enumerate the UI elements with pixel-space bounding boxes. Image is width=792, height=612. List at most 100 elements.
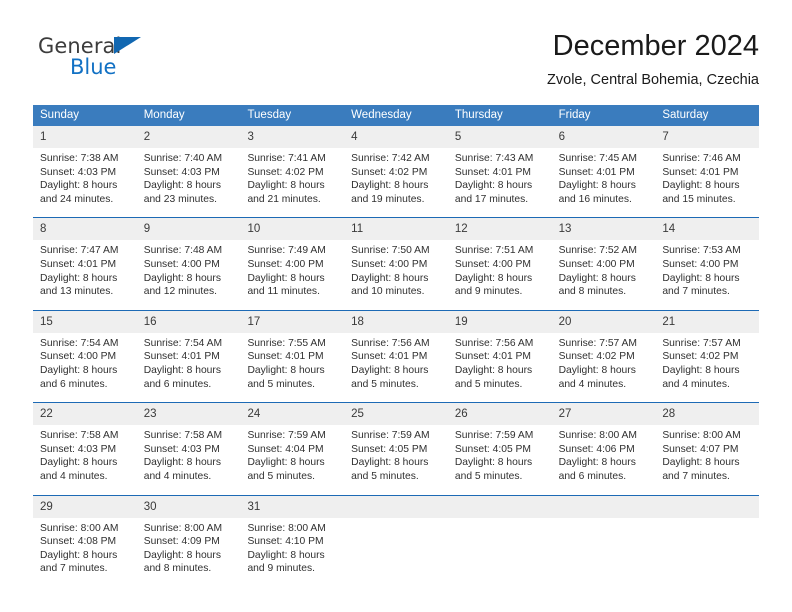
day-info: Sunrise: 7:40 AM Sunset: 4:03 PM Dayligh… <box>137 148 241 206</box>
day-number: 5 <box>447 126 552 148</box>
day-cell[interactable]: 4 Sunrise: 7:42 AM Sunset: 4:02 PM Dayli… <box>344 126 448 206</box>
day-number: 18 <box>344 310 448 333</box>
daylight-text-line2: and 5 minutes. <box>454 378 523 390</box>
sunrise-text: Sunrise: 7:47 AM <box>40 245 119 257</box>
day-cell[interactable]: 7 Sunrise: 7:46 AM Sunset: 4:01 PM Dayli… <box>655 126 760 206</box>
sunset-text: Sunset: 4:05 PM <box>351 443 428 455</box>
day-cell[interactable]: 12 Sunrise: 7:51 AM Sunset: 4:00 PM Dayl… <box>447 218 552 298</box>
day-number: 10 <box>240 218 345 241</box>
sunrise-text: Sunrise: 8:00 AM <box>143 522 223 534</box>
day-cell[interactable]: 11 Sunrise: 7:50 AM Sunset: 4:00 PM Dayl… <box>344 218 448 298</box>
daylight-text-line2: and 9 minutes. <box>247 563 315 575</box>
day-number: 13 <box>551 218 656 241</box>
sunset-text: Sunset: 4:01 PM <box>662 166 739 178</box>
sunrise-text: Sunrise: 8:00 AM <box>558 430 638 442</box>
day-cell[interactable]: 17 Sunrise: 7:55 AM Sunset: 4:01 PM Dayl… <box>240 310 345 391</box>
day-info: Sunrise: 7:59 AM Sunset: 4:05 PM Dayligh… <box>448 425 552 483</box>
daylight-text-line2: and 21 minutes. <box>247 193 321 205</box>
day-cell[interactable]: 5 Sunrise: 7:43 AM Sunset: 4:01 PM Dayli… <box>447 126 552 206</box>
day-cell[interactable]: 22 Sunrise: 7:58 AM Sunset: 4:03 PM Dayl… <box>33 403 137 483</box>
day-number: 4 <box>344 126 448 148</box>
week-row: 1 Sunrise: 7:38 AM Sunset: 4:03 PM Dayli… <box>33 126 760 206</box>
day-info: Sunrise: 7:57 AM Sunset: 4:02 PM Dayligh… <box>655 333 759 391</box>
sunset-text: Sunset: 4:00 PM <box>558 258 635 270</box>
day-info: Sunrise: 7:54 AM Sunset: 4:00 PM Dayligh… <box>33 333 137 391</box>
day-cell[interactable]: 26 Sunrise: 7:59 AM Sunset: 4:05 PM Dayl… <box>447 403 552 483</box>
day-number <box>447 495 552 518</box>
day-cell[interactable]: 9 Sunrise: 7:48 AM Sunset: 4:00 PM Dayli… <box>136 218 241 298</box>
sunset-text: Sunset: 4:03 PM <box>40 443 117 455</box>
day-cell[interactable]: 3 Sunrise: 7:41 AM Sunset: 4:02 PM Dayli… <box>240 126 345 206</box>
day-cell[interactable]: 20 Sunrise: 7:57 AM Sunset: 4:02 PM Dayl… <box>551 310 656 391</box>
day-info: Sunrise: 7:42 AM Sunset: 4:02 PM Dayligh… <box>344 148 448 206</box>
sunrise-text: Sunrise: 7:41 AM <box>247 153 326 164</box>
title-block: December 2024 Zvole, Central Bohemia, Cz… <box>547 28 759 90</box>
day-cell[interactable]: 8 Sunrise: 7:47 AM Sunset: 4:01 PM Dayli… <box>33 218 137 298</box>
day-number: 8 <box>33 218 137 241</box>
sunrise-text: Sunrise: 7:58 AM <box>143 430 223 442</box>
daylight-text-line2: and 9 minutes. <box>454 286 523 298</box>
day-info: Sunrise: 8:00 AM Sunset: 4:08 PM Dayligh… <box>33 518 137 576</box>
generalblue-logo[interactable]: General Blue <box>38 34 218 90</box>
daylight-text-line1: Daylight: 8 hours <box>351 272 429 284</box>
day-info: Sunrise: 8:00 AM Sunset: 4:06 PM Dayligh… <box>552 425 656 483</box>
day-cell[interactable]: 2 Sunrise: 7:40 AM Sunset: 4:03 PM Dayli… <box>136 126 241 206</box>
page-title: December 2024 <box>552 30 759 62</box>
sunset-text: Sunset: 4:06 PM <box>558 443 635 455</box>
daylight-text-line1: Daylight: 8 hours <box>40 180 118 192</box>
day-cell[interactable]: 25 Sunrise: 7:59 AM Sunset: 4:05 PM Dayl… <box>344 403 448 483</box>
daylight-text-line2: and 4 minutes. <box>558 378 627 390</box>
day-cell[interactable]: 24 Sunrise: 7:59 AM Sunset: 4:04 PM Dayl… <box>240 403 345 483</box>
day-info: Sunrise: 7:45 AM Sunset: 4:01 PM Dayligh… <box>552 148 656 206</box>
daylight-text-line1: Daylight: 8 hours <box>247 180 325 192</box>
sunrise-text: Sunrise: 7:40 AM <box>143 153 223 164</box>
sunset-text: Sunset: 4:00 PM <box>351 258 428 270</box>
day-cell[interactable]: 27 Sunrise: 8:00 AM Sunset: 4:06 PM Dayl… <box>551 403 656 483</box>
day-number: 22 <box>33 403 137 426</box>
day-cell[interactable]: 31 Sunrise: 8:00 AM Sunset: 4:10 PM Dayl… <box>240 495 345 576</box>
sunset-text: Sunset: 4:10 PM <box>247 536 324 548</box>
page-subtitle: Zvole, Central Bohemia, Czechia <box>547 72 759 88</box>
daylight-text-line1: Daylight: 8 hours <box>143 180 221 192</box>
day-cell[interactable]: 21 Sunrise: 7:57 AM Sunset: 4:02 PM Dayl… <box>655 310 760 391</box>
sunset-text: Sunset: 4:01 PM <box>351 351 428 363</box>
day-cell[interactable]: 10 Sunrise: 7:49 AM Sunset: 4:00 PM Dayl… <box>240 218 345 298</box>
day-info: Sunrise: 7:48 AM Sunset: 4:00 PM Dayligh… <box>137 240 241 298</box>
day-info: Sunrise: 7:41 AM Sunset: 4:02 PM Dayligh… <box>240 148 344 206</box>
day-cell[interactable]: 23 Sunrise: 7:58 AM Sunset: 4:03 PM Dayl… <box>136 403 241 483</box>
sunrise-text: Sunrise: 8:00 AM <box>247 522 326 534</box>
daylight-text-line2: and 11 minutes. <box>247 286 320 298</box>
day-info: Sunrise: 7:50 AM Sunset: 4:00 PM Dayligh… <box>344 240 448 298</box>
day-cell[interactable]: 16 Sunrise: 7:54 AM Sunset: 4:01 PM Dayl… <box>136 310 241 391</box>
day-cell[interactable]: 30 Sunrise: 8:00 AM Sunset: 4:09 PM Dayl… <box>136 495 241 576</box>
day-cell[interactable]: 28 Sunrise: 8:00 AM Sunset: 4:07 PM Dayl… <box>655 403 760 483</box>
day-cell[interactable]: 14 Sunrise: 7:53 AM Sunset: 4:00 PM Dayl… <box>655 218 760 298</box>
weekday-header-wednesday: Wednesday <box>351 109 412 121</box>
day-info: Sunrise: 7:49 AM Sunset: 4:00 PM Dayligh… <box>240 240 344 298</box>
sunrise-text: Sunrise: 8:00 AM <box>40 522 119 534</box>
day-number: 31 <box>240 495 345 518</box>
daylight-text-line1: Daylight: 8 hours <box>558 364 636 376</box>
day-info: Sunrise: 7:38 AM Sunset: 4:03 PM Dayligh… <box>33 148 137 206</box>
day-cell[interactable]: 29 Sunrise: 8:00 AM Sunset: 4:08 PM Dayl… <box>33 495 137 576</box>
day-cell[interactable]: 13 Sunrise: 7:52 AM Sunset: 4:00 PM Dayl… <box>551 218 656 298</box>
weekday-header-friday: Friday <box>558 109 591 121</box>
day-info: Sunrise: 7:56 AM Sunset: 4:01 PM Dayligh… <box>448 333 552 391</box>
day-cell[interactable]: 15 Sunrise: 7:54 AM Sunset: 4:00 PM Dayl… <box>33 310 137 391</box>
calendar-page: General Blue December 2024 Zvole, Centra… <box>0 0 792 612</box>
sunrise-text: Sunrise: 7:57 AM <box>558 337 638 349</box>
sunrise-text: Sunrise: 7:59 AM <box>351 430 430 442</box>
day-cell-empty <box>551 495 656 576</box>
day-info: Sunrise: 7:54 AM Sunset: 4:01 PM Dayligh… <box>137 333 241 391</box>
sunset-text: Sunset: 4:00 PM <box>40 351 117 363</box>
daylight-text-line2: and 15 minutes. <box>662 193 736 205</box>
day-cell[interactable]: 6 Sunrise: 7:45 AM Sunset: 4:01 PM Dayli… <box>551 126 656 206</box>
day-cell[interactable]: 1 Sunrise: 7:38 AM Sunset: 4:03 PM Dayli… <box>33 126 137 206</box>
day-cell[interactable]: 19 Sunrise: 7:56 AM Sunset: 4:01 PM Dayl… <box>447 310 552 391</box>
sunset-text: Sunset: 4:01 PM <box>247 351 324 363</box>
daylight-text-line2: and 8 minutes. <box>558 286 627 298</box>
sunset-text: Sunset: 4:07 PM <box>662 443 739 455</box>
sunrise-text: Sunrise: 7:56 AM <box>351 337 430 349</box>
day-cell[interactable]: 18 Sunrise: 7:56 AM Sunset: 4:01 PM Dayl… <box>344 310 448 391</box>
sunrise-text: Sunrise: 7:45 AM <box>558 153 638 164</box>
